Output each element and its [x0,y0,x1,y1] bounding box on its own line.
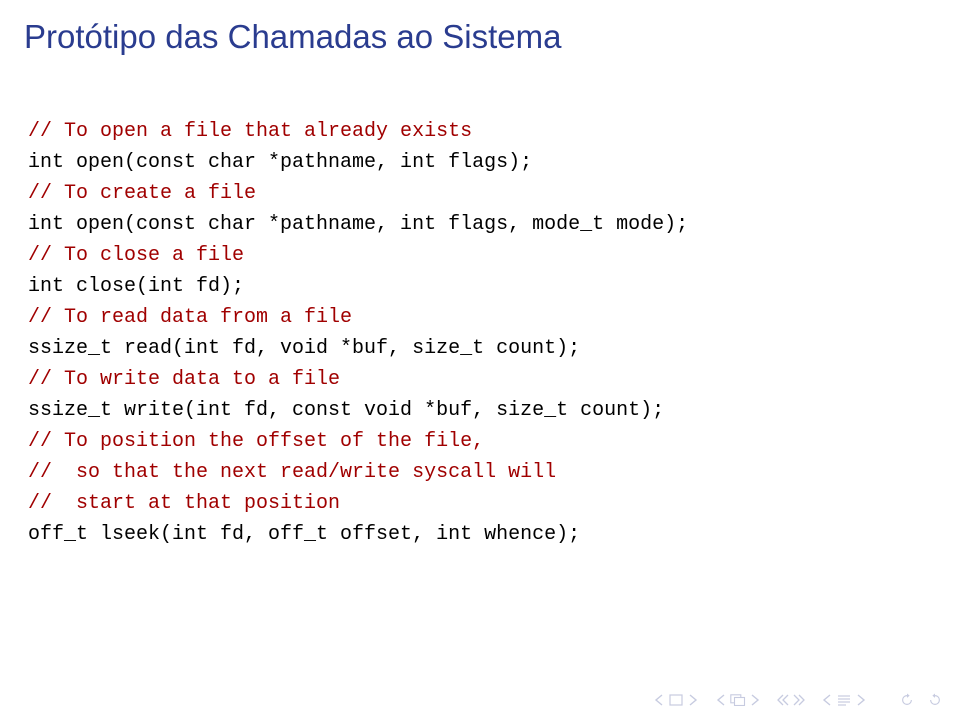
next-frame-button[interactable] [748,692,762,708]
code-comment-line: // To write data to a file [28,368,340,391]
frame-icon [730,692,746,708]
code-block: // To open a file that already exists in… [28,116,936,550]
code-line: int close(int fd); [28,275,244,298]
code-comment-line: // To position the offset of the file, [28,430,484,453]
code-line: ssize_t read(int fd, void *buf, size_t c… [28,337,580,360]
code-comment-line: // To create a file [28,182,256,205]
prev-page-button[interactable] [820,692,834,708]
go-forward-button[interactable] [928,692,942,708]
slide-title: Protótipo das Chamadas ao Sistema [24,18,936,56]
code-comment-line: // so that the next read/write syscall w… [28,461,556,484]
prev-slide-button[interactable] [652,692,666,708]
prev-section-button[interactable] [776,692,790,708]
next-slide-button[interactable] [686,692,700,708]
code-line: int open(const char *pathname, int flags… [28,151,532,174]
slide-icon [668,692,684,708]
next-page-button[interactable] [854,692,868,708]
beamer-navbar [652,692,942,708]
code-line: ssize_t write(int fd, const void *buf, s… [28,399,664,422]
nav-section-group [776,692,806,708]
code-line: off_t lseek(int fd, off_t offset, int wh… [28,523,580,546]
code-comment-line: // start at that position [28,492,340,515]
nav-frame-group [714,692,762,708]
page-lines-icon [836,692,852,708]
code-line: int open(const char *pathname, int flags… [28,213,688,236]
nav-page-group [820,692,868,708]
next-section-button[interactable] [792,692,806,708]
go-back-button[interactable] [900,692,914,708]
code-comment-line: // To close a file [28,244,244,267]
code-comment-line: // To open a file that already exists [28,120,472,143]
code-comment-line: // To read data from a file [28,306,352,329]
prev-frame-button[interactable] [714,692,728,708]
nav-slide-group [652,692,700,708]
